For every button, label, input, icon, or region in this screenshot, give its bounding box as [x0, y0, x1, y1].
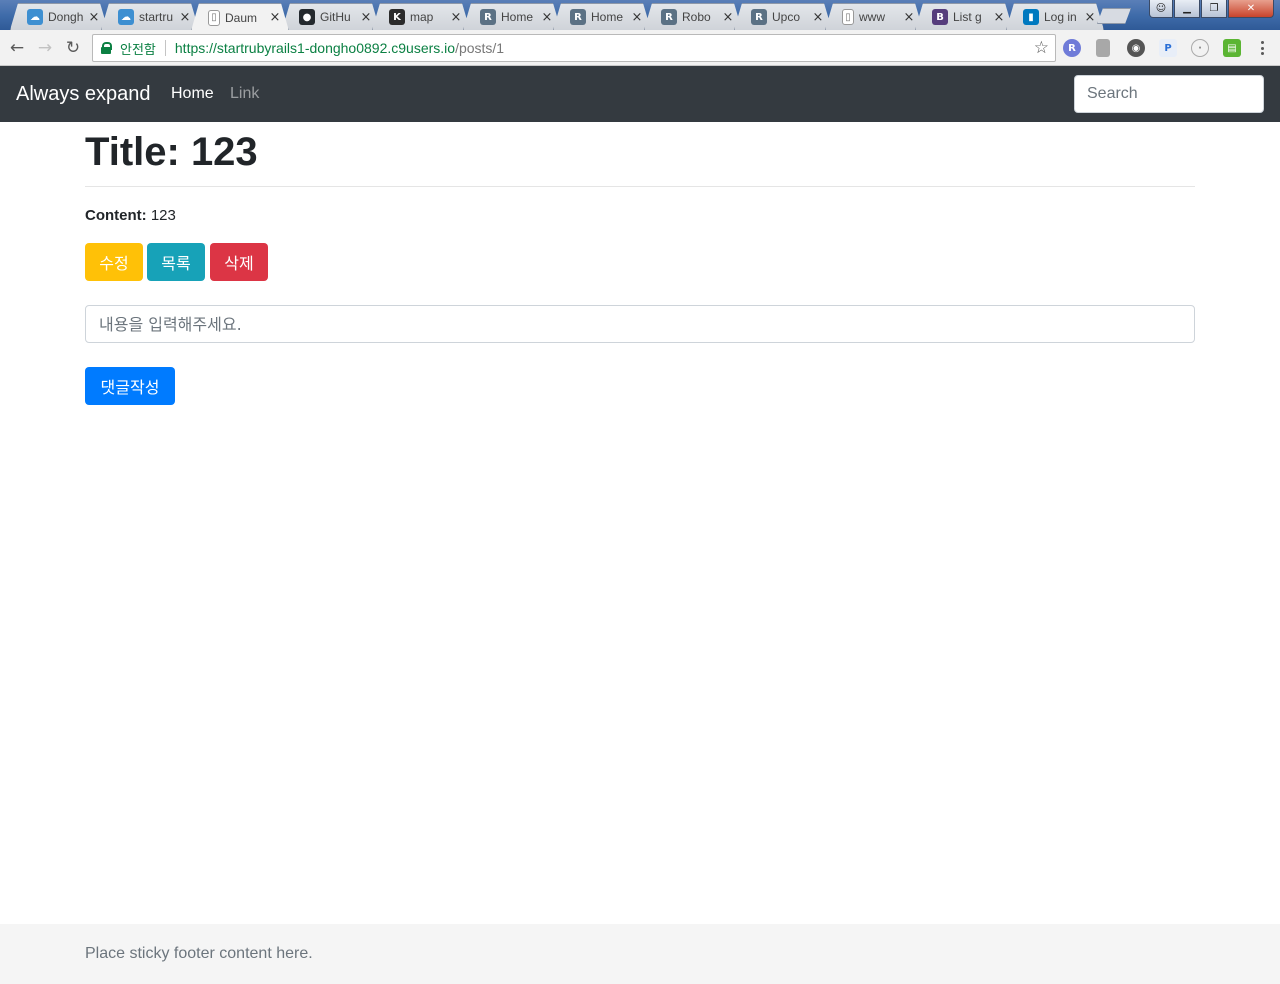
page-title: Title: 123: [85, 130, 258, 174]
tab-title: map: [410, 10, 434, 24]
browser-toolbar: ← → ↻ 안전함 https://startrubyrails1-dongho…: [0, 30, 1280, 66]
profile-icon[interactable]: ☺: [1149, 0, 1173, 18]
nav-link-home[interactable]: Home: [171, 85, 214, 103]
browser-tab[interactable]: ▮ Log in ×: [1006, 3, 1104, 30]
delete-button[interactable]: 삭제: [210, 243, 268, 281]
extension-bookmark-icon[interactable]: [1096, 39, 1110, 57]
minimize-button[interactable]: ▁: [1174, 0, 1200, 18]
search-input[interactable]: [1074, 75, 1264, 113]
browser-menu-icon[interactable]: [1254, 39, 1270, 57]
tab-title: GitHu: [319, 10, 351, 24]
title-divider: [85, 186, 1195, 187]
close-tab-icon[interactable]: ×: [721, 10, 735, 25]
site-navbar: Always expand Home Link: [0, 66, 1280, 122]
forward-arrow-icon[interactable]: →: [34, 37, 56, 59]
tab-title: startru: [138, 10, 173, 24]
bootstrap-icon: B: [932, 9, 948, 25]
close-tab-icon[interactable]: ×: [359, 10, 373, 25]
browser-tab[interactable]: ▯ Daum ×: [191, 3, 289, 30]
lock-icon: [101, 42, 112, 54]
k-icon: K: [389, 9, 405, 25]
maximize-button[interactable]: ❐: [1201, 0, 1227, 18]
submit-comment-button[interactable]: 댓글작성: [85, 367, 175, 405]
list-button[interactable]: 목록: [147, 243, 205, 281]
close-tab-icon[interactable]: ×: [87, 10, 101, 25]
close-tab-icon[interactable]: ×: [811, 10, 825, 25]
r-icon: R: [751, 9, 767, 25]
browser-tab[interactable]: ● GitHu ×: [282, 3, 380, 30]
navbar-brand[interactable]: Always expand: [16, 83, 151, 106]
post-content: Content: 123: [85, 207, 176, 224]
address-bar[interactable]: 안전함 https://startrubyrails1-dongho0892.c…: [92, 34, 1056, 62]
close-tab-icon[interactable]: ×: [268, 10, 282, 25]
extension-globe-icon[interactable]: ◉: [1127, 39, 1145, 57]
browser-tab[interactable]: R Home ×: [463, 3, 561, 30]
trello-icon: ▮: [1023, 9, 1039, 25]
extension-r-icon[interactable]: R: [1063, 39, 1081, 57]
secure-label: 안전함: [120, 42, 156, 58]
browser-tab[interactable]: R Robo ×: [644, 3, 742, 30]
tab-title: Log in: [1043, 10, 1077, 24]
tab-title: List g: [953, 10, 982, 24]
extension-circle-icon[interactable]: ·: [1191, 39, 1209, 57]
cloud9-icon: ☁: [118, 9, 134, 25]
new-tab-button[interactable]: [1097, 8, 1131, 24]
page-icon: ▯: [208, 10, 220, 26]
extension-p-icon[interactable]: P: [1159, 39, 1177, 57]
close-tab-icon[interactable]: ×: [630, 10, 644, 25]
close-tab-icon[interactable]: ×: [992, 10, 1006, 25]
browser-tab[interactable]: B List g ×: [915, 3, 1013, 30]
r-icon: R: [570, 9, 586, 25]
url-path: /posts/1: [455, 40, 505, 56]
close-tab-icon[interactable]: ×: [540, 10, 554, 25]
browser-tab[interactable]: R Home ×: [553, 3, 651, 30]
browser-tab[interactable]: ☁ Dongh ×: [10, 3, 108, 30]
page-icon: ▯: [842, 9, 854, 25]
reload-icon[interactable]: ↻: [62, 37, 84, 59]
footer: Place sticky footer content here.: [0, 924, 1280, 984]
tab-title: Home: [591, 10, 624, 24]
close-tab-icon[interactable]: ×: [902, 10, 916, 25]
bookmark-star-icon[interactable]: ☆: [1034, 38, 1049, 58]
content-value: 123: [150, 207, 176, 224]
browser-tab-strip: ☁ Dongh × ☁ startru × ▯ Daum × ● GitHu × Kmap × R Home ×…: [0, 0, 1280, 30]
footer-text: Place sticky footer content here.: [85, 945, 313, 962]
tab-title: Home: [500, 10, 533, 24]
browser-tab[interactable]: ☁ startru ×: [101, 3, 199, 30]
browser-tab[interactable]: R Upco ×: [734, 3, 832, 30]
cloud9-icon: ☁: [27, 9, 43, 25]
window-controls: ☺ ▁ ❐ ✕: [1149, 0, 1274, 18]
r-icon: R: [480, 9, 496, 25]
browser-tab[interactable]: Kmap ×: [372, 3, 470, 30]
back-arrow-icon[interactable]: ←: [6, 37, 28, 59]
close-window-button[interactable]: ✕: [1228, 0, 1274, 18]
omnibox-separator: [164, 40, 166, 56]
comment-input[interactable]: [85, 305, 1195, 343]
nav-link-link[interactable]: Link: [230, 85, 259, 103]
tab-title: Robo: [681, 10, 711, 24]
github-icon: ●: [299, 9, 315, 25]
close-tab-icon[interactable]: ×: [449, 10, 463, 25]
edit-button[interactable]: 수정: [85, 243, 143, 281]
tab-title: Upco: [772, 10, 801, 24]
extension-print-icon[interactable]: ▤: [1223, 39, 1241, 57]
tab-title: Daum: [225, 10, 258, 25]
r-icon: R: [661, 9, 677, 25]
url-host: https://startrubyrails1-dongho0892.c9use…: [174, 40, 456, 56]
content-label: Content:: [85, 207, 147, 224]
close-tab-icon[interactable]: ×: [1083, 10, 1097, 25]
tab-title: Dongh: [48, 10, 84, 24]
tab-title: www: [858, 10, 885, 24]
browser-tab[interactable]: ▯ www ×: [825, 3, 923, 30]
close-tab-icon[interactable]: ×: [178, 10, 192, 25]
